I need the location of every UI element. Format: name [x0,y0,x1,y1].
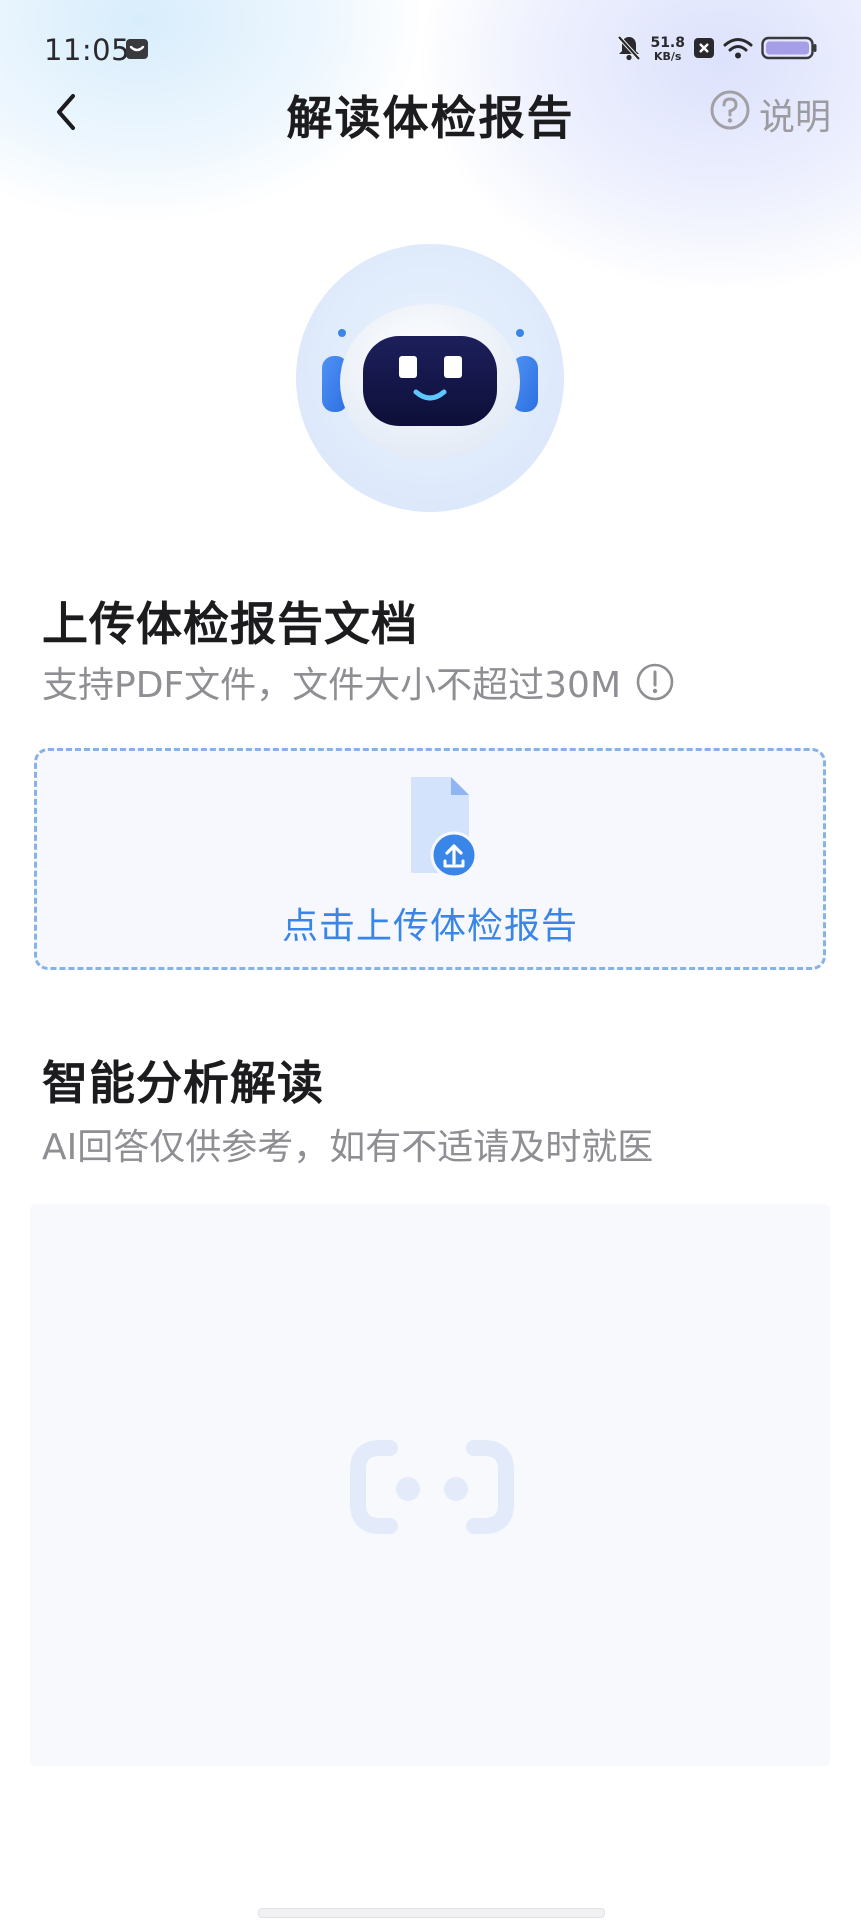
battery-icon [761,35,817,65]
mute-bell-icon [616,34,642,66]
upload-dropzone[interactable]: 点击上传体检报告 [34,748,826,970]
blocked-icon [693,36,715,64]
robot-avatar [296,244,564,512]
message-icon [125,38,149,60]
file-upload-icon [411,777,478,877]
help-label: 说明 [758,97,831,138]
net-speed-unit: KB/s [653,50,682,63]
info-circle-icon[interactable] [635,662,675,702]
analysis-result-panel [30,1204,830,1766]
robot-face-placeholder-icon [350,1440,514,1534]
upload-section-title: 上传体检报告文档 [42,597,418,651]
analysis-section-title: 智能分析解读 [42,1056,324,1110]
page: 11:05 51.8 KB/s 解读体检报告 说明 上传体检报告文档 支持PDF… [0,0,861,1920]
net-speed-value: 51.8 [650,35,685,51]
question-circle-icon [709,89,751,140]
upload-section-subtitle: 支持PDF文件，文件大小不超过30M [42,656,675,708]
wifi-icon [723,36,753,64]
analysis-section-subtitle: AI回答仅供参考，如有不适请及时就医 [42,1127,654,1168]
upload-requirements-text: 支持PDF文件，文件大小不超过30M [42,665,622,706]
net-speed: 51.8 KB/s [650,36,685,64]
robot-assistant-icon [322,304,538,460]
home-indicator[interactable] [258,1908,605,1918]
help-button[interactable]: 说明 [709,88,831,140]
status-icons: 51.8 KB/s [616,34,817,66]
upload-label: 点击上传体检报告 [281,906,578,947]
status-time: 11:05 [44,33,131,67]
